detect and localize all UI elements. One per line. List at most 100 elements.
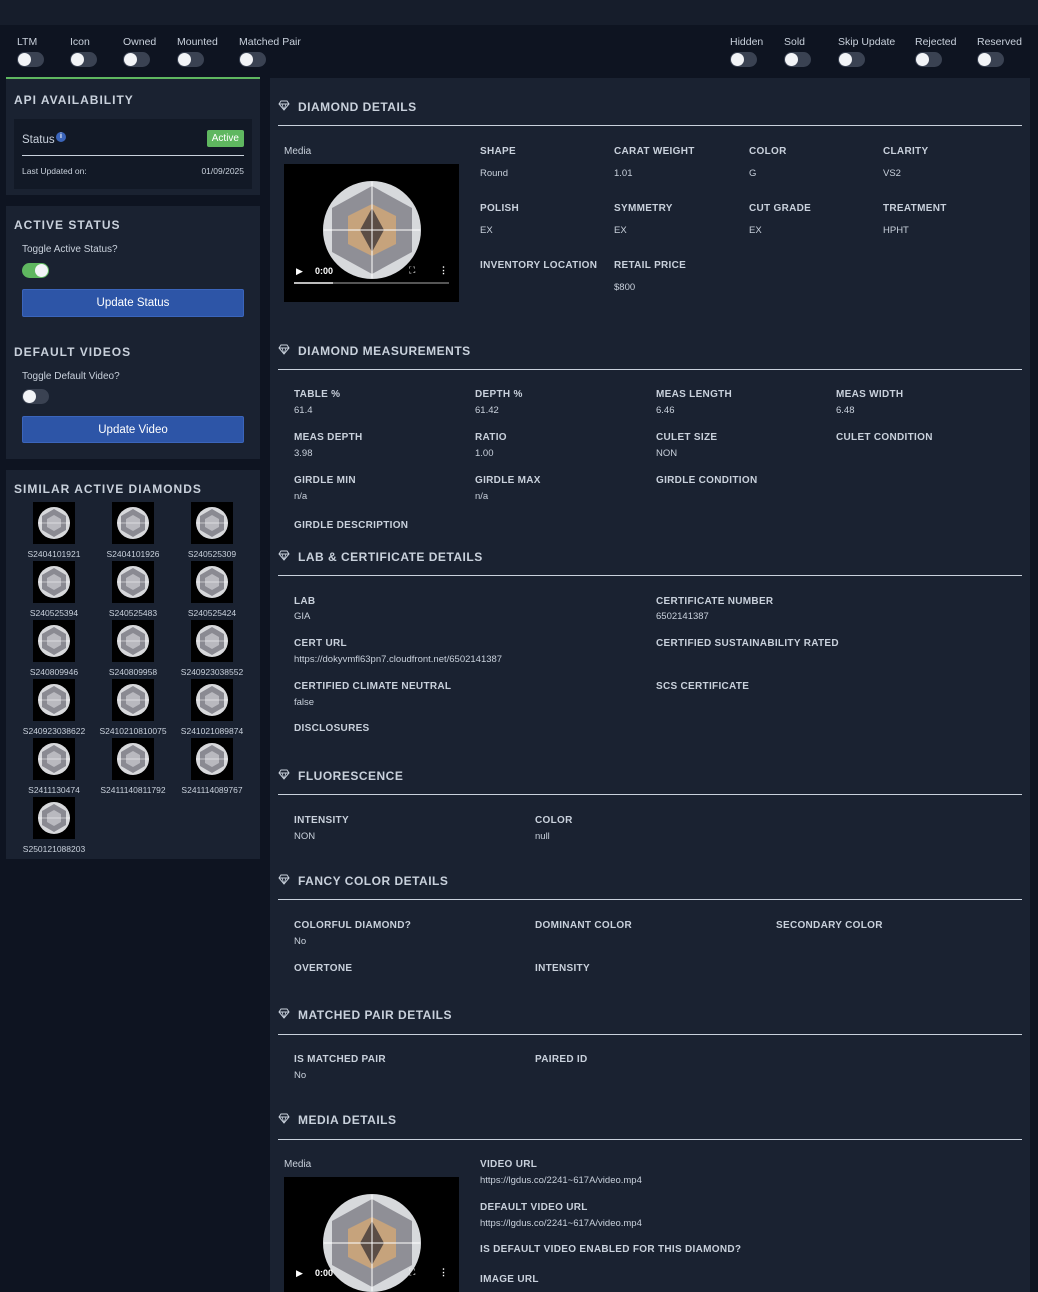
- diamond-video-player[interactable]: ▶ 0:00 ⛶ ⋮: [284, 164, 459, 302]
- similar-diamond-item[interactable]: S250121088203: [14, 797, 94, 854]
- diamond-thumbnail[interactable]: [191, 679, 233, 721]
- toggle-rejected[interactable]: Rejected: [915, 36, 956, 67]
- ratio-value: 1.00: [475, 448, 494, 459]
- play-icon[interactable]: ▶: [296, 1268, 303, 1279]
- section-divider: [278, 899, 1022, 900]
- diamond-thumbnail[interactable]: [112, 738, 154, 780]
- similar-diamond-item[interactable]: S240525394: [14, 561, 94, 618]
- diamond-icon: [278, 769, 290, 783]
- toggle-hidden-switch[interactable]: [730, 52, 757, 67]
- intensity-label: INTENSITY: [535, 963, 590, 974]
- certified-climate-neutral-label: CERTIFIED CLIMATE NEUTRAL: [294, 681, 452, 692]
- diamond-thumbnail[interactable]: [33, 620, 75, 662]
- toggle-icon-switch[interactable]: [70, 52, 97, 67]
- video-url-value: https://lgdus.co/2241~617A/video.mp4: [480, 1175, 642, 1186]
- certified-climate-neutral-value: false: [294, 697, 315, 708]
- update-video-button[interactable]: Update Video: [22, 416, 244, 443]
- certified-sustainability-rated-label: CERTIFIED SUSTAINABILITY RATED: [656, 638, 839, 649]
- intensity-value: NON: [294, 831, 316, 842]
- toggle-reserved[interactable]: Reserved: [977, 36, 1022, 67]
- toggle-sold[interactable]: Sold: [784, 36, 811, 67]
- similar-diamonds-title: SIMILAR ACTIVE DIAMONDS: [14, 482, 202, 496]
- toggle-mounted[interactable]: Mounted: [177, 36, 218, 67]
- diamond-thumbnail[interactable]: [112, 561, 154, 603]
- diamond-thumbnail[interactable]: [33, 738, 75, 780]
- toggle-ltm-label: LTM: [17, 36, 38, 48]
- api-availability-title: API AVAILABILITY: [14, 93, 134, 107]
- update-status-button[interactable]: Update Status: [22, 289, 244, 317]
- similar-diamond-item[interactable]: S240525424: [172, 561, 252, 618]
- toggle-hidden-label: Hidden: [730, 36, 764, 48]
- similar-diamond-item[interactable]: S2411130474: [14, 738, 94, 795]
- diamond-thumbnail[interactable]: [191, 738, 233, 780]
- diamond-id: S240923038622: [22, 726, 86, 736]
- toggle-mounted-switch[interactable]: [177, 52, 204, 67]
- diamond-thumbnail[interactable]: [33, 679, 75, 721]
- similar-diamond-item[interactable]: S240525483: [93, 561, 173, 618]
- toggle-default-video-switch[interactable]: [22, 389, 49, 404]
- similar-diamond-item[interactable]: S2411140811792: [93, 738, 173, 795]
- carat-weight-value: 1.01: [614, 168, 633, 179]
- toggle-icon[interactable]: Icon: [70, 36, 97, 67]
- more-options-icon[interactable]: ⋮: [439, 265, 448, 276]
- shape-value: Round: [480, 168, 508, 179]
- diamond-details-header: DIAMOND DETAILS: [278, 100, 417, 114]
- toggle-sold-switch[interactable]: [784, 52, 811, 67]
- similar-diamond-item[interactable]: S240809946: [14, 620, 94, 677]
- inventory-location-label: INVENTORY LOCATION: [480, 260, 598, 271]
- toggle-owned-switch[interactable]: [123, 52, 150, 67]
- intensity-label: INTENSITY: [294, 815, 349, 826]
- diamond-thumbnail[interactable]: [191, 502, 233, 544]
- is-default-video-enabled-for-this-diamond-label: IS DEFAULT VIDEO ENABLED FOR THIS DIAMON…: [480, 1244, 742, 1255]
- diamond-thumbnail[interactable]: [112, 679, 154, 721]
- similar-diamond-item[interactable]: S241114089767: [172, 738, 252, 795]
- similar-diamond-item[interactable]: S2404101926: [93, 502, 173, 559]
- diamond-image: [196, 507, 228, 539]
- video-progress-track[interactable]: [294, 282, 449, 284]
- active-status-title: ACTIVE STATUS: [14, 218, 121, 232]
- similar-diamond-item[interactable]: S240809958: [93, 620, 173, 677]
- toggle-reserved-label: Reserved: [977, 36, 1022, 48]
- toggle-skip-update[interactable]: Skip Update: [838, 36, 895, 67]
- similar-diamond-item[interactable]: S241021089874: [172, 679, 252, 736]
- toggle-hidden[interactable]: Hidden: [730, 36, 763, 67]
- toggle-skip-update-switch[interactable]: [838, 52, 865, 67]
- toggle-ltm[interactable]: LTM: [17, 36, 44, 67]
- toggle-rejected-switch[interactable]: [915, 52, 942, 67]
- diamond-thumbnail[interactable]: [112, 502, 154, 544]
- fullscreen-icon[interactable]: ⛶: [409, 1267, 415, 1278]
- status-divider: [22, 155, 244, 156]
- similar-diamond-item[interactable]: S240923038622: [14, 679, 94, 736]
- media-video-player[interactable]: ▶ 0:00 ⛶ ⋮: [284, 1177, 459, 1292]
- fullscreen-icon[interactable]: ⛶: [409, 265, 415, 276]
- toggle-matched-pair-switch[interactable]: [239, 52, 266, 67]
- similar-diamond-item[interactable]: S2410210810075: [93, 679, 173, 736]
- play-icon[interactable]: ▶: [296, 266, 303, 277]
- lab-certificate-title: LAB & CERTIFICATE DETAILS: [298, 550, 483, 564]
- diamond-thumbnail[interactable]: [191, 561, 233, 603]
- toggle-reserved-switch[interactable]: [977, 52, 1004, 67]
- diamond-image: [38, 743, 70, 775]
- girdle-min-value: n/a: [294, 491, 308, 502]
- diamond-id: S240525394: [29, 608, 79, 618]
- diamond-thumbnail[interactable]: [33, 502, 75, 544]
- diamond-id: S240923038552: [180, 667, 244, 677]
- diamond-measurements-title: DIAMOND MEASUREMENTS: [298, 344, 471, 358]
- diamond-image: [38, 684, 70, 716]
- treatment-value: HPHT: [883, 225, 909, 236]
- toggle-active-status-switch[interactable]: [22, 263, 49, 278]
- similar-diamond-item[interactable]: S240923038552: [172, 620, 252, 677]
- toggle-matched-pair[interactable]: Matched Pair: [239, 36, 301, 67]
- diamond-thumbnail[interactable]: [33, 561, 75, 603]
- similar-diamond-item[interactable]: S2404101921: [14, 502, 94, 559]
- info-icon[interactable]: i: [56, 132, 66, 142]
- diamond-thumbnail[interactable]: [112, 620, 154, 662]
- more-options-icon[interactable]: ⋮: [439, 1267, 448, 1278]
- girdle-max-label: GIRDLE MAX: [475, 475, 541, 486]
- toggle-owned[interactable]: Owned: [123, 36, 156, 67]
- toggle-ltm-switch[interactable]: [17, 52, 44, 67]
- similar-diamond-item[interactable]: S240525309: [172, 502, 252, 559]
- diamond-thumbnail[interactable]: [33, 797, 75, 839]
- diamond-thumbnail[interactable]: [191, 620, 233, 662]
- diamond-id: S240525483: [108, 608, 158, 618]
